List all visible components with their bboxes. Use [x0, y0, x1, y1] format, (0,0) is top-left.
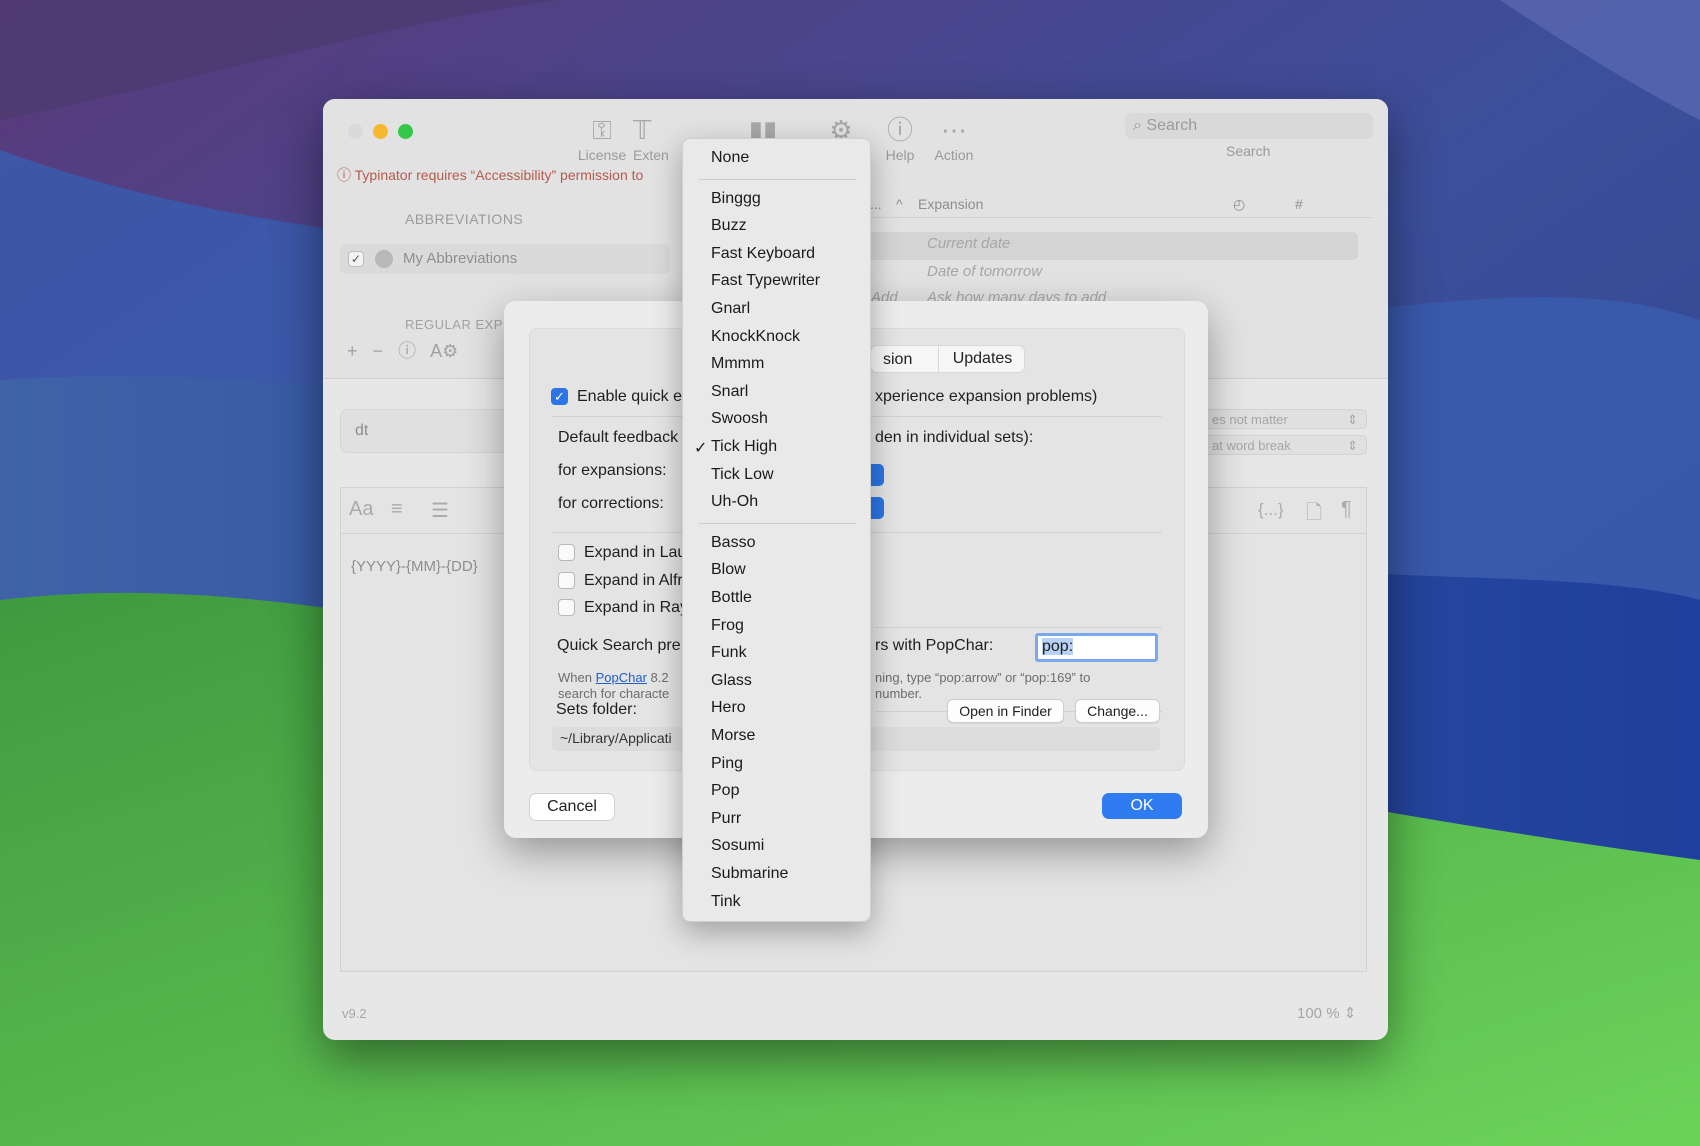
table-row[interactable]: Date of tomorrow	[927, 263, 1042, 280]
popchar-prefix-input[interactable]: pop:	[1035, 633, 1158, 662]
toolbar-extensions[interactable]: 𝕋 Exten	[633, 113, 673, 163]
abbreviation-table-header: ... ^ Expansion ◴ #	[868, 192, 1373, 218]
format-icon[interactable]: ≡	[391, 498, 403, 521]
menu-item-tick-high[interactable]: Tick High	[711, 438, 777, 456]
column-count[interactable]: #	[1295, 196, 1303, 212]
menu-item-blow[interactable]: Blow	[711, 561, 746, 579]
change-folder-button[interactable]: Change...	[1075, 699, 1160, 723]
expansion-sound-popup[interactable]	[870, 464, 884, 486]
menu-item-binggg[interactable]: Binggg	[711, 190, 761, 208]
minimize-button[interactable]	[373, 124, 388, 139]
menu-item-snarl[interactable]: Snarl	[711, 383, 748, 401]
open-in-finder-button[interactable]: Open in Finder	[947, 699, 1064, 723]
insert-field-icon[interactable]: {...}	[1258, 500, 1284, 520]
column-clock[interactable]: ◴	[1233, 196, 1245, 213]
menu-item-hero[interactable]: Hero	[711, 699, 746, 717]
key-icon: ⚿	[592, 115, 612, 145]
sound-dropdown-menu: None Binggg Buzz Fast Keyboard Fast Typewrit…	[682, 138, 871, 922]
action-icon: ⋯	[941, 115, 967, 145]
editor-text: {YYYY}-{MM}-{DD}	[351, 558, 478, 575]
remove-set-button[interactable]: −	[373, 341, 384, 361]
menu-item-knockknock[interactable]: KnockKnock	[711, 328, 800, 346]
expand-raycast-checkbox[interactable]	[558, 599, 575, 616]
menu-item-glass[interactable]: Glass	[711, 672, 752, 690]
set-settings-icon[interactable]: A⚙	[430, 341, 458, 361]
column-expansion[interactable]: Expansion	[918, 196, 983, 212]
correction-sound-popup[interactable]	[870, 497, 884, 519]
menu-item-frog[interactable]: Frog	[711, 617, 744, 635]
menu-item-funk[interactable]: Funk	[711, 644, 747, 662]
checkmark-icon: ✓	[694, 440, 708, 457]
toolbar-action[interactable]: ⋯ Action	[924, 113, 984, 163]
ok-button[interactable]: OK	[1102, 793, 1182, 819]
case-popup[interactable]: es not matter ⇕	[1203, 409, 1367, 429]
expand-alfred-checkbox[interactable]	[558, 572, 575, 589]
menu-item-mmmm[interactable]: Mmmm	[711, 355, 764, 373]
preferences-tabs: sion Updates	[870, 345, 1025, 373]
menu-item-uh-oh[interactable]: Uh-Oh	[711, 493, 758, 511]
warning-icon: ⓘ	[337, 167, 351, 183]
menu-separator	[699, 178, 856, 180]
enable-quick-expansion-checkbox[interactable]: ✓	[551, 388, 568, 405]
popchar-link[interactable]: PopChar	[596, 670, 647, 685]
sets-folder-label: Sets folder:	[556, 701, 637, 718]
menu-item-swoosh[interactable]: Swoosh	[711, 410, 768, 428]
expand-launchbar-checkbox[interactable]	[558, 544, 575, 561]
search-icon: ⌕	[1133, 117, 1142, 134]
accessibility-warning[interactable]: ⓘ Typinator requires “Accessibility” per…	[337, 165, 643, 185]
menu-item-tink[interactable]: Tink	[711, 893, 741, 911]
sidebar-title: ABBREVIATIONS	[405, 211, 524, 227]
cancel-button[interactable]: Cancel	[529, 793, 615, 821]
help-icon: ⓘ	[886, 115, 913, 145]
menu-item-buzz[interactable]: Buzz	[711, 217, 747, 235]
version-label: v9.2	[342, 1006, 367, 1021]
zoom-stepper[interactable]: 100 % ⇕	[1297, 1004, 1356, 1022]
menu-item-submarine[interactable]: Submarine	[711, 865, 788, 883]
menu-item-fast-typewriter[interactable]: Fast Typewriter	[711, 272, 820, 290]
menu-item-pop[interactable]: Pop	[711, 782, 739, 800]
tab-expansion[interactable]: sion	[883, 351, 912, 369]
menu-item-gnarl[interactable]: Gnarl	[711, 300, 750, 318]
menu-item-tick-low[interactable]: Tick Low	[711, 466, 774, 484]
chevron-updown-icon: ⇕	[1347, 438, 1358, 453]
document-icon[interactable]: 🗋	[1306, 498, 1322, 532]
menu-item-sosumi[interactable]: Sosumi	[711, 837, 764, 855]
popchar-hint: When PopChar 8.2	[558, 670, 669, 685]
sort-indicator-icon: ^	[896, 196, 903, 212]
menu-separator	[699, 522, 856, 524]
align-icon[interactable]: ☰	[431, 498, 449, 523]
close-button[interactable]	[348, 124, 363, 139]
paragraph-icon[interactable]: ¶	[1341, 498, 1352, 521]
font-icon[interactable]: Aa	[349, 498, 373, 521]
menu-item-none[interactable]: None	[711, 149, 749, 167]
tab-updates[interactable]: Updates	[938, 346, 1026, 372]
chevron-updown-icon: ⇕	[1347, 412, 1358, 427]
toolbar-license[interactable]: ⚿ License	[572, 113, 632, 163]
expand-popup[interactable]: at word break ⇕	[1203, 435, 1367, 455]
abbreviation-field[interactable]: dt	[340, 409, 530, 453]
divider	[875, 627, 1162, 628]
add-set-button[interactable]: +	[347, 341, 358, 361]
info-icon[interactable]: ⓘ	[398, 341, 416, 361]
extension-icon: 𝕋	[633, 115, 652, 145]
menu-item-ping[interactable]: Ping	[711, 755, 743, 773]
set-enabled-checkbox[interactable]: ✓	[348, 251, 364, 267]
menu-item-fast-keyboard[interactable]: Fast Keyboard	[711, 245, 815, 263]
menu-item-bottle[interactable]: Bottle	[711, 589, 752, 607]
menu-item-purr[interactable]: Purr	[711, 810, 741, 828]
user-icon	[375, 250, 393, 268]
table-row[interactable]: Current date	[927, 235, 1010, 252]
menu-item-morse[interactable]: Morse	[711, 727, 755, 745]
sidebar-tools: + − ⓘ A⚙	[347, 337, 458, 363]
sidebar-title-regex: REGULAR EXP	[405, 317, 503, 332]
zoom-button[interactable]	[398, 124, 413, 139]
sidebar-item-my-abbreviations[interactable]: ✓ My Abbreviations	[340, 244, 670, 274]
search-caption: Search	[1226, 143, 1271, 159]
toolbar-help[interactable]: ⓘ Help	[870, 113, 930, 163]
menu-item-basso[interactable]: Basso	[711, 534, 755, 552]
search-input[interactable]: ⌕ Search	[1125, 113, 1373, 139]
stepper-icon: ⇕	[1343, 1005, 1357, 1022]
